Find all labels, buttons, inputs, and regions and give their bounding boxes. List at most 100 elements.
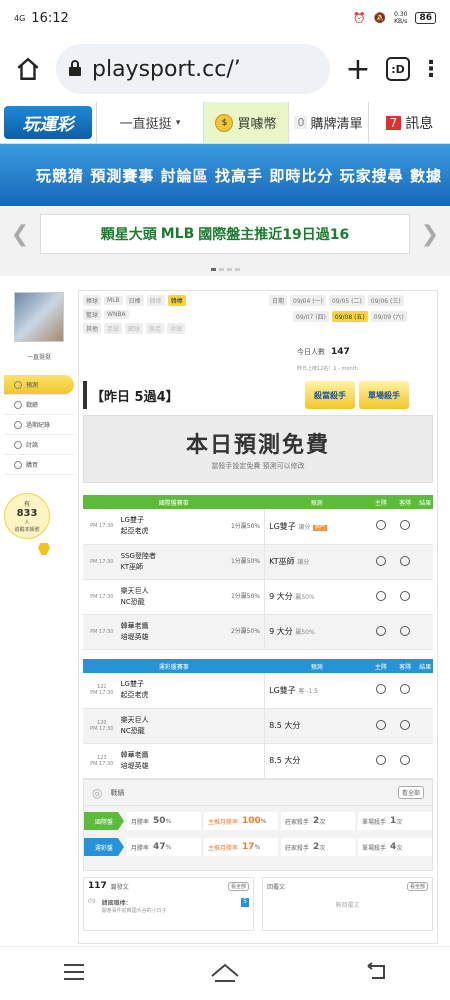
date-0909[interactable]: 09/09 (六) [370,311,407,322]
avatar[interactable] [14,292,64,342]
prediction: LG雙子 客 -1.5 [264,673,369,709]
message-count: 7 [385,115,402,130]
nav-play[interactable]: 玩競猜 [36,165,84,186]
away-radio[interactable] [393,509,418,545]
back-icon[interactable] [364,961,388,986]
away-radio[interactable] [393,544,418,580]
result-cell [417,673,433,709]
prediction-pick: 9 大分 [269,592,293,601]
recent-apps-icon[interactable] [62,963,86,985]
home-radio[interactable] [368,544,394,580]
chevron-left-icon[interactable]: ❮ [10,222,30,247]
reply-label: 回覆文 [267,883,286,891]
date-0905[interactable]: 09/05 (二) [328,295,365,306]
status-bar: 4G 16:12 ⏰ 🔕 0.30 KB/s 86 [0,0,450,36]
away-radio[interactable] [393,708,418,744]
match-teams: 樂天巨人 NC恐龍 [120,579,216,615]
prediction-pick: 8.5 大分 [269,756,301,765]
replies-more-button[interactable]: 看全部 [406,881,428,891]
result-cell [417,579,433,615]
url-text: playsport.cc/’ [92,56,241,82]
posts-box: 117 篇發文 看全部 09 韓國職棒： 開會事件前韓國大谷的小日子 5 [83,877,254,931]
post-number: 09 [88,898,96,905]
menu-icon[interactable]: ⋮ [420,57,442,82]
match-teams: SSG登陸者 KT巫師 [120,544,216,580]
new-tab-icon[interactable]: + [340,52,376,87]
banner-dots [0,262,450,276]
filter-football[interactable]: 美足 [146,323,165,334]
home-radio[interactable] [368,579,394,615]
home-radio[interactable] [368,743,394,779]
lock-icon [68,57,82,82]
tabs-button[interactable]: :D [386,57,410,81]
prediction-line: 客 -1.5 [298,687,318,695]
follower-badge: 有 833 人 追蹤本帳號 [4,493,50,539]
home-radio[interactable] [368,708,394,744]
away-radio[interactable] [393,673,418,709]
rank-note: 昨日上榜12名！1 - month [297,366,358,372]
record-title: 戰績 [110,788,125,797]
team-b: NC恐龍 [120,597,145,606]
sidebar-item-history[interactable]: 過期紀錄 [4,415,74,435]
nav-livescore[interactable]: 即時比分 [269,165,333,186]
sidebar-item-predict[interactable]: 預測 [4,375,74,395]
site-logo[interactable]: 玩運彩 [4,106,92,139]
filter-hockey[interactable]: 冰球 [167,323,186,334]
message-label: 訊息 [405,115,434,132]
date-0906[interactable]: 09/06 (三) [367,295,404,306]
banner-link[interactable]: 顆星大頭 MLB 國際盤主推近19日過16 [40,214,410,254]
date-0908[interactable]: 09/08 (五) [331,311,368,322]
filter-mlb[interactable]: MLB [104,296,123,305]
away-radio[interactable] [393,614,418,650]
sidebar-item-buy[interactable]: 購買 [4,455,74,475]
coin-button[interactable]: $ 買噱幣 [204,102,288,143]
badge-bookie-killer: 殺當殺手 [305,381,355,409]
date-0907[interactable]: 09/07 (四) [293,311,329,322]
stat-value: 2 [313,842,320,852]
filter-soccer[interactable]: 足球 [104,323,123,334]
away-radio[interactable] [393,743,418,779]
date-0904[interactable]: 09/04 (一) [290,295,326,306]
stat-value: 1 [390,816,397,826]
col-prediction: 預測 [264,495,369,509]
nav-forum[interactable]: 討論區 [161,165,209,186]
stat-cell: 莊家殺手 2 次 [281,838,355,856]
nav-experts[interactable]: 找高手 [215,165,263,186]
filter-wnba[interactable]: WNBA [104,310,129,319]
post-item[interactable]: 09 韓國職棒： 開會事件前韓國大谷的小日子 5 [84,894,253,918]
signal-indicator: 4G [14,13,26,23]
result-cell [417,614,433,650]
sidebar-item-discuss[interactable]: 討論 [4,435,74,455]
table-row: PM 17:30 韓華老鷹 培堤英雄 2分贏50% 9 大分 贏50% [83,614,433,650]
follower-prefix: 有 [23,501,30,508]
address-bar[interactable]: playsport.cc/’ [56,44,330,94]
posts-more-button[interactable]: 看全部 [227,881,249,891]
message-button[interactable]: 7 訊息 [368,102,450,143]
nav-data[interactable]: 數據 [410,165,442,186]
filter-tennis[interactable]: 網球 [125,323,144,334]
user-name: 一直挺挺 [119,117,172,132]
home-radio[interactable] [368,509,394,545]
prediction-pick: 8.5 大分 [269,721,301,730]
promo-banner: ❮ 顆星大頭 MLB 國際盤主推近19日過16 ❯ [0,206,450,262]
nav-predict[interactable]: 預測賽事 [90,165,154,186]
filter-kbo[interactable]: 韓棒 [167,295,186,306]
home-icon[interactable] [10,51,46,87]
hot-tag: 熱門 [312,524,327,531]
home-radio[interactable] [368,673,394,709]
nav-search[interactable]: 玩家搜尋 [340,165,404,186]
sidebar-item-record[interactable]: 戰績 [4,395,74,415]
user-dropdown[interactable]: 一直挺挺 ▾ [96,102,204,143]
match-time: PM 17:30 [83,544,121,580]
record-more-button[interactable]: 看全部 [397,786,424,799]
away-radio[interactable] [393,579,418,615]
odds: 2分贏50% [215,614,265,650]
filter-npb[interactable]: 日棒 [125,295,144,306]
posts-area: 117 篇發文 看全部 09 韓國職棒： 開會事件前韓國大谷的小日子 5 回覆文 看全部… [83,877,433,931]
buylist-button[interactable]: 0 購牌清單 [288,102,368,143]
filter-cpbl[interactable]: 韓棒 [146,295,165,306]
badge-single-killer: 單場殺手 [359,381,409,409]
home-radio[interactable] [368,614,394,650]
chevron-right-icon[interactable]: ❯ [420,222,440,247]
home-nav-icon[interactable] [210,962,240,986]
